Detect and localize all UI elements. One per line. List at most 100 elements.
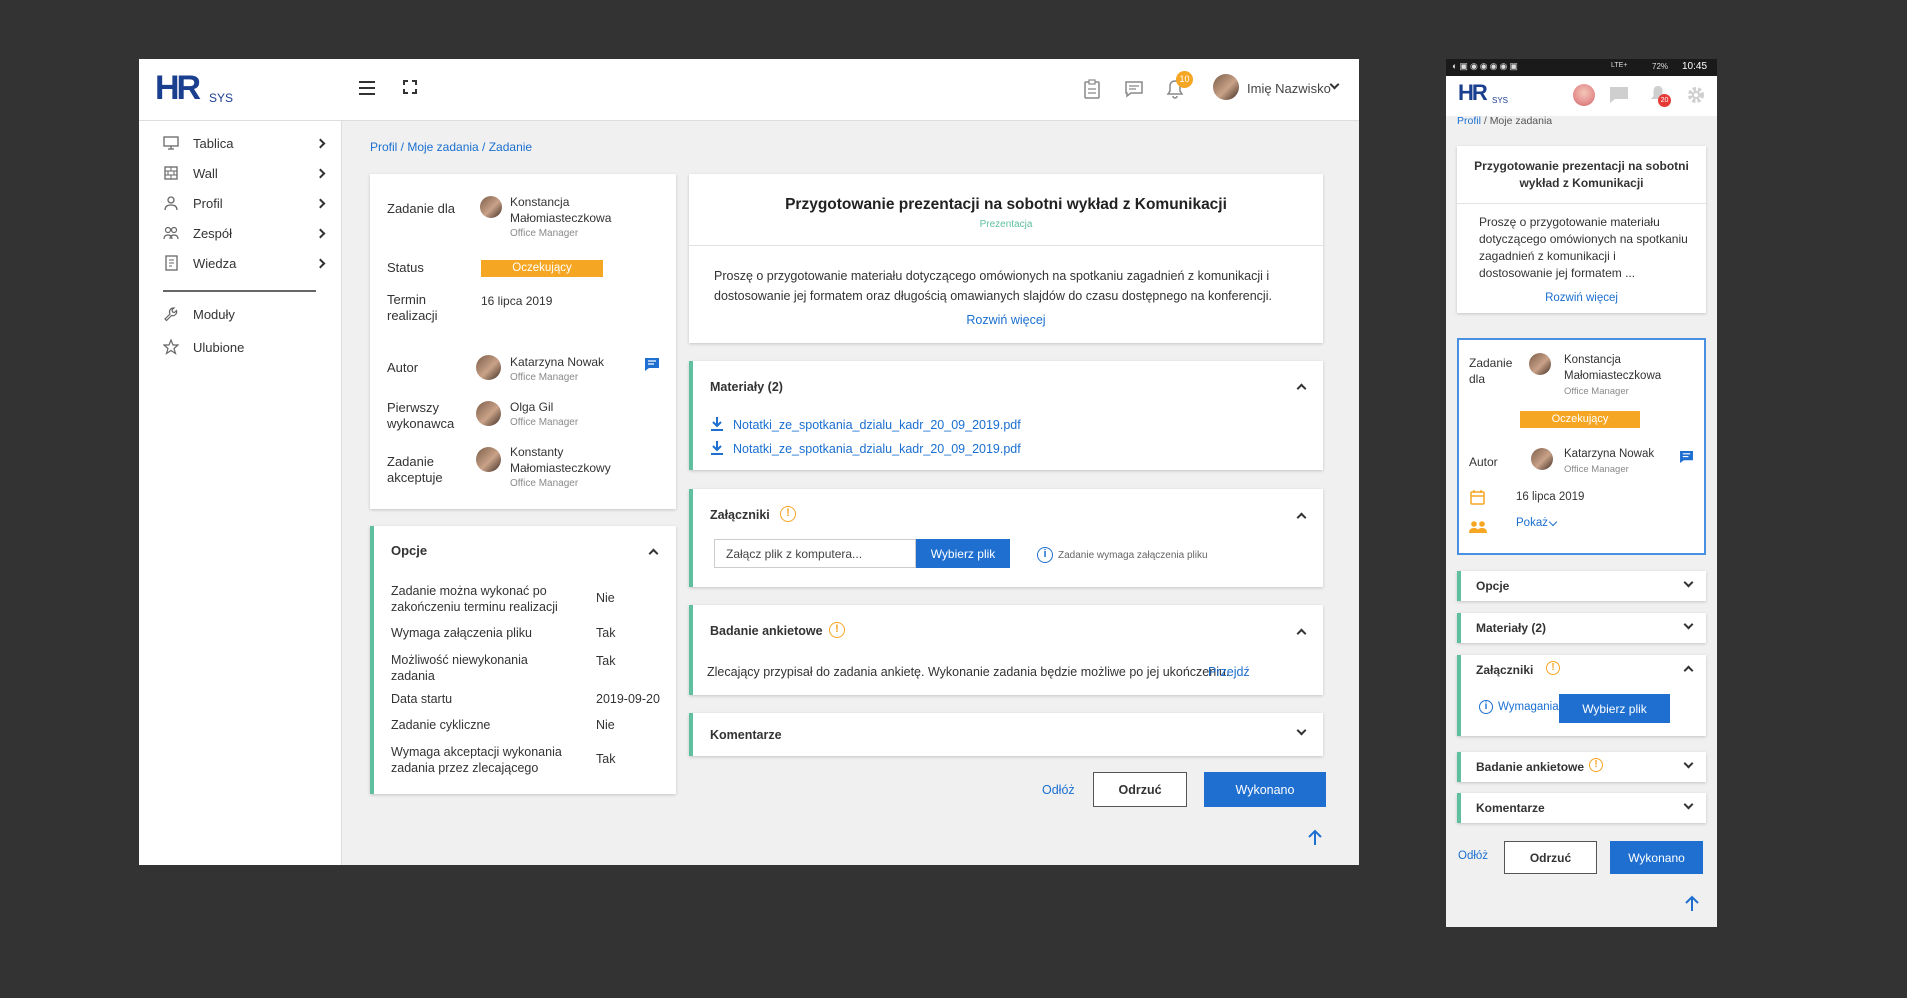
acceptor-name[interactable]: Konstanty Małomiasteczkowy [510, 444, 630, 476]
fullscreen-icon[interactable] [403, 80, 417, 94]
option-label: Możliwość niewykonania zadania [391, 653, 528, 683]
info-icon: i [1479, 700, 1493, 714]
option-label: Wymaga akceptacji wykonania zadania prze… [391, 745, 562, 775]
postpone-link[interactable]: Odłóż [1458, 850, 1488, 862]
collapse-chevron-icon[interactable] [1296, 383, 1307, 394]
user-name[interactable]: Imię Nazwisko [1247, 81, 1331, 96]
assigned-name[interactable]: Konstancja Małomiasteczkowa [510, 194, 640, 226]
divider [689, 245, 1323, 246]
comments-section[interactable]: Komentarze [1457, 793, 1706, 823]
expand-chevron-icon[interactable] [1296, 725, 1307, 736]
survey-card: Badanie ankietowe ! Zlecający przypisał … [689, 605, 1323, 695]
user-avatar[interactable] [1213, 74, 1239, 100]
gear-icon[interactable] [1686, 85, 1706, 110]
user-menu-chevron-icon[interactable] [1329, 79, 1340, 90]
survey-section[interactable]: Badanie ankietowe ! [1457, 752, 1706, 782]
logo[interactable]: HR SYS [155, 69, 245, 109]
chat-icon[interactable] [645, 358, 659, 376]
sidebar-item-wall[interactable]: Wall [163, 165, 303, 181]
details-card[interactable]: Zadanie dla Konstancja Małomiasteczkowa … [1457, 338, 1706, 555]
assigned-role: Office Manager [510, 228, 579, 239]
task-category: Prezentacja [979, 219, 1033, 230]
bell-icon[interactable]: 20 [1650, 85, 1671, 108]
messages-icon[interactable] [1124, 80, 1144, 103]
chevron-down-icon[interactable] [1548, 517, 1558, 527]
author-name[interactable]: Katarzyna Nowak [510, 355, 604, 369]
collapse-chevron-icon[interactable] [1296, 628, 1307, 639]
menu-icon[interactable] [359, 81, 375, 95]
download-icon[interactable] [711, 441, 723, 460]
avatar[interactable] [1573, 84, 1595, 106]
options-title[interactable]: Opcje [391, 543, 427, 558]
chevron-down-icon [1683, 758, 1694, 769]
choose-file-button[interactable]: Wybierz plik [1559, 694, 1670, 723]
sidebar-item-zespol[interactable]: Zespół [163, 225, 303, 241]
calendar-icon [1470, 490, 1485, 510]
mobile-header: HR SYS 20 [1446, 76, 1717, 116]
file-link[interactable]: Notatki_ze_spotkania_dzialu_kadr_20_09_2… [733, 418, 1021, 432]
option-label: Wymaga załączenia pliku [391, 626, 532, 640]
download-icon[interactable] [711, 417, 723, 436]
option-label: Zadanie można wykonać po zakończeniu ter… [391, 584, 558, 614]
first-executor-name[interactable]: Olga Gil [510, 400, 553, 414]
avatar [476, 355, 501, 380]
choose-file-button[interactable]: Wybierz plik [916, 539, 1010, 568]
chat-icon[interactable] [1680, 450, 1693, 468]
assigned-name[interactable]: Konstancja Małomiasteczkowa [1564, 352, 1699, 384]
expand-link[interactable]: Rozwiń więcej [1457, 292, 1706, 304]
logo[interactable]: HR SYS [1458, 80, 1518, 110]
expand-link[interactable]: Rozwiń więcej [689, 313, 1323, 327]
sidebar-item-moduly[interactable]: Moduły [163, 306, 303, 322]
comments-title[interactable]: Komentarze [710, 728, 782, 742]
sidebar: Tablica Wall Profil Zespół Wiedza Moduły [139, 121, 342, 865]
reject-button[interactable]: Odrzuć [1504, 841, 1597, 874]
option-label: Data startu [391, 692, 453, 706]
materials-title[interactable]: Materiały (2) [710, 380, 783, 394]
collapse-chevron-icon[interactable] [648, 548, 659, 559]
attachments-card: Załączniki ! Załącz plik z komputera... … [689, 489, 1323, 587]
task-title: Przygotowanie prezentacji na sobotni wyk… [785, 196, 1227, 213]
option-value: Tak [596, 626, 616, 640]
survey-text: Zlecający przypisał do zadania ankietę. … [707, 665, 1230, 679]
show-link[interactable]: Pokaż [1516, 517, 1548, 529]
done-button[interactable]: Wykonano [1204, 772, 1326, 807]
sidebar-divider [163, 290, 316, 292]
clipboard-icon[interactable] [1083, 79, 1101, 104]
chevron-up-icon[interactable] [1683, 665, 1694, 676]
time-text: 10:45 [1682, 61, 1708, 72]
bell-icon[interactable]: 10 [1166, 71, 1193, 104]
survey-link[interactable]: Przejdź [1208, 665, 1250, 679]
scroll-top-icon[interactable] [1308, 829, 1322, 850]
sidebar-item-ulubione[interactable]: Ulubione [163, 339, 303, 355]
breadcrumb-link[interactable]: Profil [1457, 115, 1481, 127]
materials-section[interactable]: Materiały (2) [1457, 613, 1706, 643]
chevron-right-icon [315, 198, 326, 209]
file-input[interactable]: Załącz plik z komputera... [714, 539, 916, 568]
sidebar-item-wiedza[interactable]: Wiedza [163, 255, 303, 271]
chat-icon[interactable] [1610, 87, 1628, 108]
done-button[interactable]: Wykonano [1610, 841, 1703, 874]
author-name[interactable]: Katarzyna Nowak [1564, 448, 1654, 460]
sidebar-item-tablica[interactable]: Tablica [163, 135, 303, 151]
options-section[interactable]: Opcje [1457, 571, 1706, 601]
acceptor-label: Zadanie akceptuje [387, 454, 443, 485]
details-card: Zadanie dla Konstancja Małomiasteczkowa … [370, 174, 676, 509]
requirements-link[interactable]: Wymagania [1498, 701, 1559, 713]
wall-icon [164, 166, 178, 180]
scroll-top-icon[interactable] [1685, 895, 1699, 916]
assigned-label: Zadanie dla [387, 201, 455, 216]
breadcrumb[interactable]: Profil / Moje zadania / Zadanie [370, 140, 532, 154]
collapse-chevron-icon[interactable] [1296, 512, 1307, 523]
sidebar-item-profil[interactable]: Profil [163, 195, 303, 211]
attachments-title[interactable]: Załączniki [710, 508, 770, 522]
divider [1457, 203, 1706, 204]
survey-title[interactable]: Badanie ankietowe [710, 624, 823, 638]
postpone-link[interactable]: Odłóż [1042, 783, 1075, 797]
book-icon [165, 255, 178, 271]
file-link[interactable]: Notatki_ze_spotkania_dzialu_kadr_20_09_2… [733, 442, 1021, 456]
wrench-icon [164, 307, 178, 322]
reject-button[interactable]: Odrzuć [1093, 772, 1187, 807]
avatar [1529, 353, 1551, 375]
notification-badge: 10 [1176, 71, 1193, 88]
desktop-window: HR SYS 10 Imię Nazwisko Tablica Wall Pro… [139, 59, 1359, 865]
